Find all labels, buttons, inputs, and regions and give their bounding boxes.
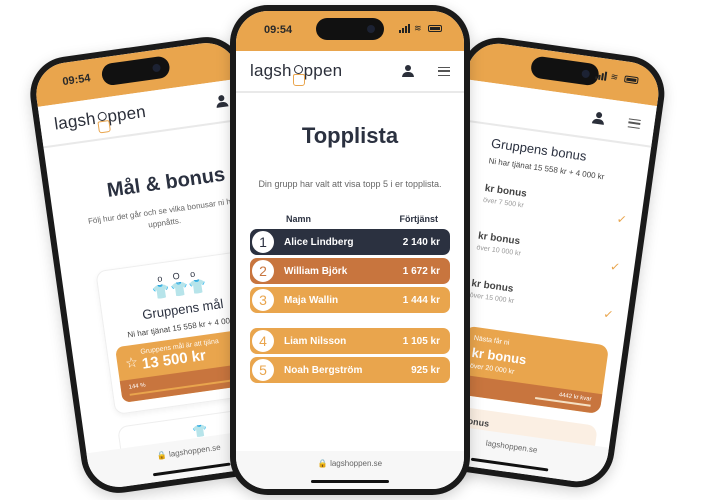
member-earnings: 2 140 kr	[402, 236, 440, 248]
member-earnings: 925 kr	[411, 364, 440, 376]
rank-badge: 1	[250, 229, 276, 255]
wifi-icon: ≋	[414, 23, 422, 33]
logo[interactable]: lagsh ppen	[53, 102, 147, 135]
page-title: Topplista	[301, 123, 399, 148]
status-time: 09:54	[264, 24, 293, 36]
leaderboard-row[interactable]: 2 William Björk 1 672 kr	[250, 258, 450, 284]
status-bar: 09:54 ≋	[236, 11, 464, 51]
rank-badge: 4	[250, 328, 276, 354]
member-name: Liam Nilsson	[284, 335, 347, 347]
navbar: lagsh ppen	[236, 51, 464, 93]
logo-suffix: ppen	[106, 101, 148, 127]
user-icon[interactable]	[592, 111, 606, 125]
menu-icon[interactable]	[438, 66, 450, 76]
url-text: lagshoppen.se	[168, 442, 222, 459]
home-indicator[interactable]	[311, 480, 389, 483]
next-bonus-card: Nästa får ni kr bonus över 20 000 kr 444…	[455, 325, 610, 415]
phone-center: 09:54 ≋ lagsh ppen Topplista Din grupp ha…	[230, 5, 470, 495]
logo-prefix: lagsh	[250, 61, 292, 80]
logo-suffix: ppen	[303, 61, 343, 80]
leaderboard-row[interactable]: 3 Maja Wallin 1 444 kr	[250, 287, 450, 313]
leaderboard-header: Namn Förtjänst	[236, 214, 464, 224]
url-text: lagshoppen.se	[330, 459, 383, 468]
column-earnings: Förtjänst	[399, 214, 438, 224]
check-icon: ✓	[609, 259, 622, 275]
stars-icon: ☆	[124, 352, 139, 371]
menu-icon[interactable]	[627, 117, 641, 129]
wifi-icon: ≋	[609, 71, 619, 83]
url-bar[interactable]: 🔒 lagshoppen.se	[236, 451, 464, 489]
rank-badge: 3	[250, 287, 276, 313]
member-name: William Björk	[284, 265, 348, 277]
member-name: Maja Wallin	[284, 294, 339, 306]
dynamic-island	[529, 55, 600, 87]
bonus-item: kr bonus över 15 000 kr ✓	[468, 278, 616, 328]
dynamic-island	[316, 18, 384, 40]
battery-icon	[428, 25, 442, 32]
column-name: Namn	[286, 214, 312, 224]
battery-icon	[623, 75, 639, 85]
leaderboard-row[interactable]: 1 Alice Lindberg 2 140 kr	[250, 229, 450, 255]
user-icon[interactable]	[215, 94, 229, 108]
check-icon: ✓	[615, 211, 628, 227]
member-name: Noah Bergström	[284, 364, 363, 376]
url-text: lagshoppen.se	[485, 438, 539, 455]
status-time: 09:54	[61, 72, 92, 89]
dynamic-island	[100, 55, 171, 87]
member-name: Alice Lindberg	[284, 236, 354, 248]
signal-icon	[399, 24, 410, 33]
lock-icon: 🔒	[317, 459, 331, 468]
check-icon: ✓	[602, 306, 615, 323]
rank-badge: 5	[250, 357, 276, 383]
bonus-item: kr bonus över 10 000 kr ✓	[475, 231, 623, 281]
shirt-logo-icon	[96, 122, 108, 124]
page-subtitle: Din grupp har valt att visa topp 5 i er …	[258, 179, 442, 189]
member-earnings: 1 672 kr	[402, 265, 440, 277]
leaderboard-row[interactable]: 5 Noah Bergström 925 kr	[250, 357, 450, 383]
bonus-item: kr bonus över 7 500 kr ✓	[481, 183, 629, 233]
member-earnings: 1 444 kr	[402, 294, 440, 306]
signal-icon	[595, 70, 608, 81]
leaderboard-list: 1 Alice Lindberg 2 140 kr 2 William Björk 1 6…	[236, 229, 464, 383]
phones-showcase: 09:54 lagsh ppen Mål & bonus Följ hur det…	[0, 0, 703, 500]
logo-prefix: lagsh	[53, 108, 97, 134]
member-earnings: 1 105 kr	[402, 335, 440, 347]
rank-badge: 2	[250, 258, 276, 284]
leaderboard-row[interactable]: 4 Liam Nilsson 1 105 kr	[250, 328, 450, 354]
logo[interactable]: lagsh ppen	[250, 61, 343, 86]
progress-label: 144 %	[128, 382, 147, 391]
user-icon[interactable]	[402, 65, 414, 77]
phone-center-screen: 09:54 ≋ lagsh ppen Topplista Din grupp ha…	[236, 11, 464, 489]
